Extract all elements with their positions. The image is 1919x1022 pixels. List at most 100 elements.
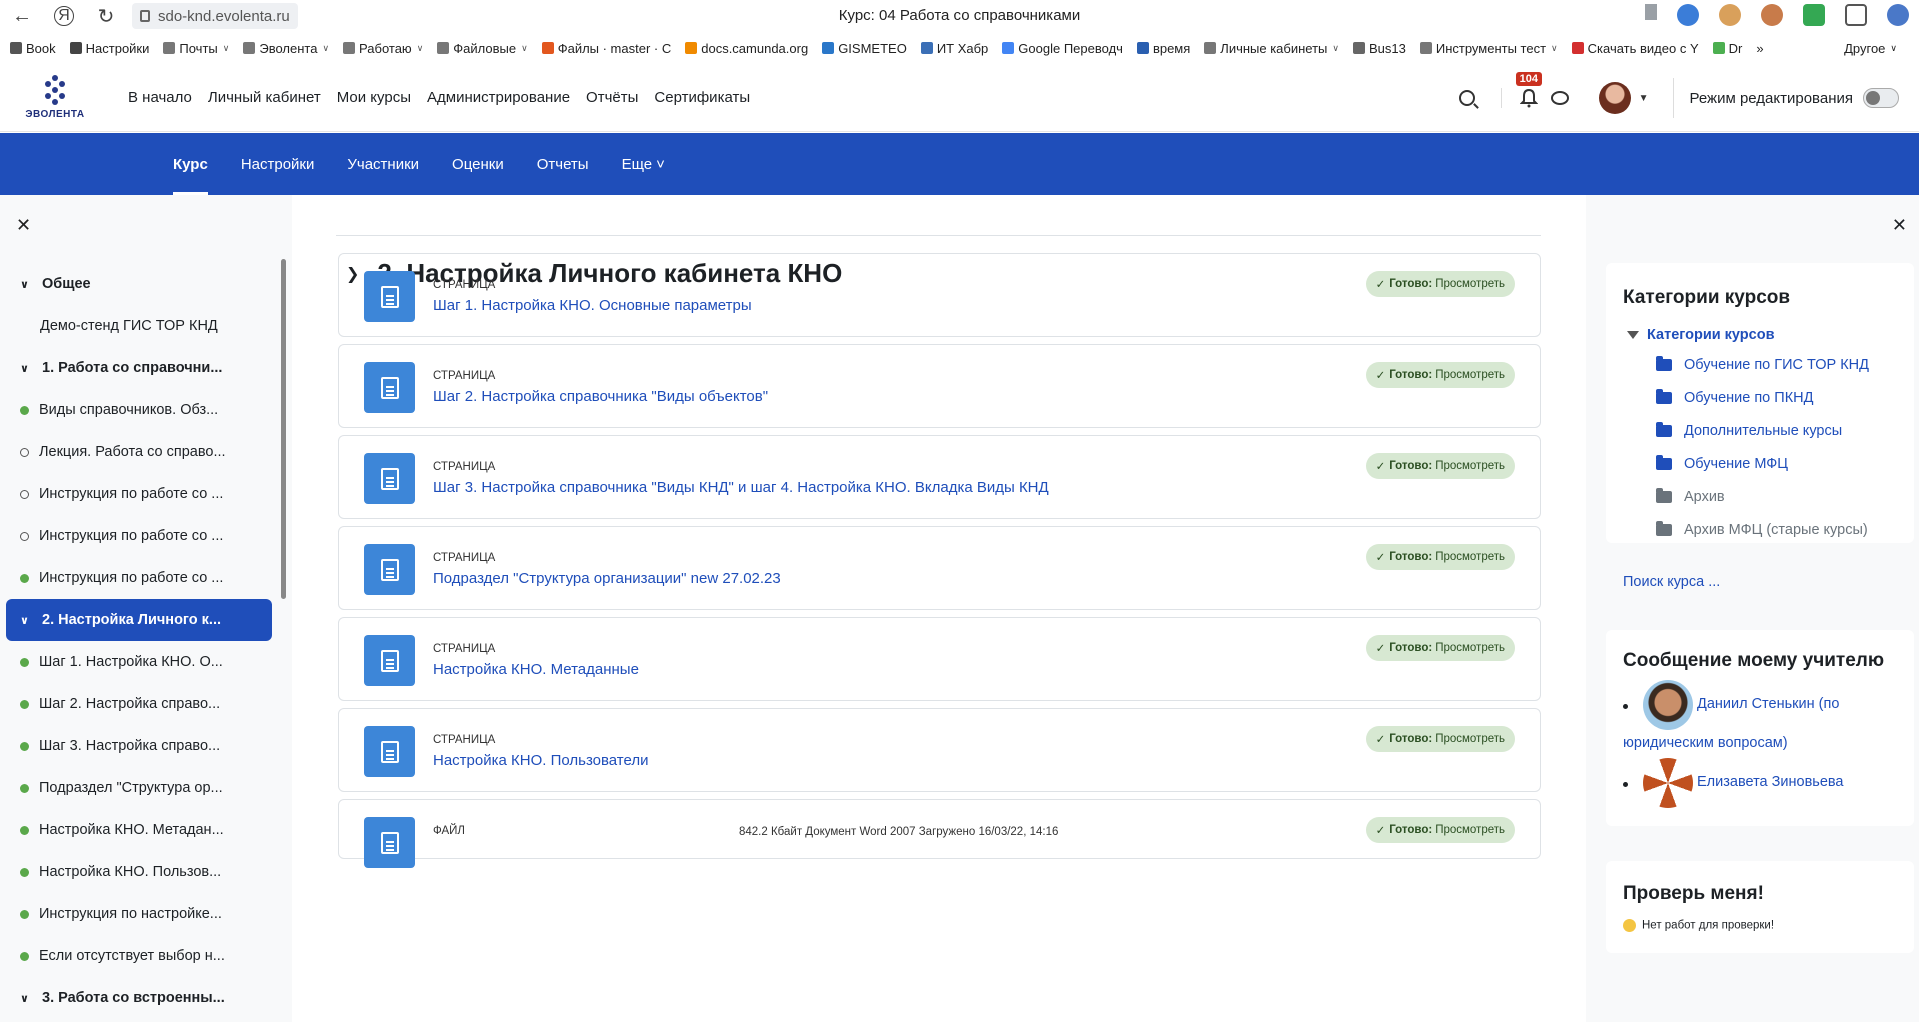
course-tab[interactable]: Участники <box>347 133 419 195</box>
course-index-section[interactable]: ∨ 1. Работа со справочни... <box>6 347 272 389</box>
main-menu-item[interactable]: Мои курсы <box>337 89 411 106</box>
course-index-activity[interactable]: Лекция. Работа со справо... <box>6 431 272 473</box>
messages-icon[interactable] <box>1550 91 1569 105</box>
course-index-activity[interactable]: Инструкция по работе со ... <box>6 473 272 515</box>
extensions-icon[interactable] <box>1845 4 1867 26</box>
bookmark-item[interactable]: Личные кабинеты ∨ <box>1204 41 1339 56</box>
shield-icon[interactable] <box>1803 4 1825 26</box>
bookmark-item[interactable]: Почты ∨ <box>163 41 229 56</box>
chevron-down-icon[interactable]: ∨ <box>20 992 32 1005</box>
course-index-activity[interactable]: Инструкция по работе со ... <box>6 557 272 599</box>
bookmark-item[interactable]: docs.camunda.org <box>685 41 808 56</box>
user-avatar[interactable] <box>1598 82 1631 114</box>
course-index-activity[interactable]: Инструкция по работе со ... <box>6 515 272 557</box>
course-tab[interactable]: Курс <box>173 133 208 195</box>
page-icon[interactable] <box>364 544 415 595</box>
bookmark-item[interactable]: Файловые ∨ <box>437 41 528 56</box>
reload-icon[interactable]: ↻ <box>92 2 120 30</box>
extension-bird-icon[interactable] <box>1677 4 1699 26</box>
category-root[interactable]: Категории курсов <box>1627 327 1775 343</box>
drawer-scrollbar[interactable] <box>281 259 286 599</box>
address-bar[interactable]: sdo-knd.evolenta.ru <box>132 3 298 29</box>
main-menu-item[interactable]: Администрирование <box>427 89 570 106</box>
course-tab[interactable]: Еще ˅ <box>622 133 665 195</box>
category-link[interactable]: Обучение МФЦ <box>1656 455 1788 472</box>
teacher-link[interactable]: Даниил Стенькин (по юридическим вопросам… <box>1623 680 1903 758</box>
page-icon[interactable] <box>364 453 415 504</box>
bookmark-item[interactable]: Эволента ∨ <box>243 41 329 56</box>
bookmark-item[interactable]: Настройки <box>69 41 149 56</box>
course-index-activity[interactable]: Если отсутствует выбор н... <box>6 935 272 977</box>
activity-link[interactable]: Настройка КНО. Пользователи <box>433 752 649 769</box>
activity-link[interactable]: Шаг 1. Настройка КНО. Основные параметры <box>433 297 752 314</box>
bookmark-item[interactable]: Dr <box>1712 41 1742 56</box>
page-icon[interactable] <box>364 817 415 868</box>
course-index-activity[interactable]: Шаг 3. Настройка справо... <box>6 725 272 767</box>
completion-status-button[interactable]: ✓ Готово: Просмотреть <box>1365 544 1515 570</box>
course-index-section[interactable]: ∨ 2. Настройка Личного к... <box>6 599 272 641</box>
bookmark-item[interactable]: GISMETEO <box>822 41 907 56</box>
course-index-activity[interactable]: Подраздел "Структура ор... <box>6 767 272 809</box>
bookmark-icon[interactable] <box>1645 4 1657 20</box>
course-index-activity[interactable]: Шаг 1. Настройка КНО. О... <box>6 641 272 683</box>
chevron-down-icon[interactable]: ∨ <box>20 614 32 627</box>
activity-link[interactable]: Настройка КНО. Метаданные <box>433 661 639 678</box>
completion-status-button[interactable]: ✓ Готово: Просмотреть <box>1365 453 1515 479</box>
completion-status-button[interactable]: ✓ Готово: Просмотреть <box>1365 635 1515 661</box>
close-icon[interactable]: ✕ <box>16 215 31 236</box>
main-menu-item[interactable]: Отчёты <box>586 89 638 106</box>
page-icon[interactable] <box>364 362 415 413</box>
chevron-down-icon[interactable]: ∨ <box>20 278 32 291</box>
activity-link[interactable]: Шаг 2. Настройка справочника "Виды объек… <box>433 388 768 405</box>
caret-down-icon[interactable] <box>1627 331 1639 339</box>
completion-status-button[interactable]: ✓ Готово: Просмотреть <box>1365 726 1515 752</box>
bookmark-item[interactable]: Google Переводч <box>1002 41 1123 56</box>
course-index-section[interactable]: ∨ 3. Работа со встроенны... <box>6 977 272 1019</box>
extension-character-icon[interactable] <box>1719 4 1741 26</box>
activity-link[interactable]: Подраздел "Структура организации" new 27… <box>433 570 781 587</box>
course-tab[interactable]: Оценки <box>452 133 504 195</box>
course-index-activity[interactable]: Настройка КНО. Метадан... <box>6 809 272 851</box>
completion-status-button[interactable]: ✓ Готово: Просмотреть <box>1365 817 1515 843</box>
page-icon[interactable] <box>364 635 415 686</box>
search-course-link[interactable]: Поиск курса ... <box>1623 574 1720 590</box>
category-link[interactable]: Обучение по ПКНД <box>1656 389 1813 406</box>
other-bookmarks-folder[interactable]: Другое ∨ <box>1844 32 1897 64</box>
back-icon[interactable]: ← <box>8 2 36 30</box>
main-menu-item[interactable]: Сертификаты <box>654 89 750 106</box>
chevron-down-icon[interactable]: ∨ <box>20 362 32 375</box>
bookmark-item[interactable]: время <box>1136 41 1190 56</box>
bookmark-item[interactable]: Инструменты тест ∨ <box>1419 41 1558 56</box>
activity-link[interactable]: Шаг 3. Настройка справочника "Виды КНД" … <box>433 479 1049 496</box>
category-link[interactable]: Обучение по ГИС ТОР КНД <box>1656 356 1869 373</box>
course-index-item[interactable]: Демо-стенд ГИС ТОР КНД <box>6 305 272 347</box>
course-index-activity[interactable]: Виды справочников. Обз... <box>6 389 272 431</box>
teacher-link[interactable]: Елизавета Зиновьева <box>1623 758 1903 810</box>
completion-status-button[interactable]: ✓ Готово: Просмотреть <box>1365 271 1515 297</box>
edit-mode-toggle[interactable] <box>1863 88 1899 108</box>
bookmark-item[interactable]: Файлы · master · C <box>541 41 671 56</box>
course-tab[interactable]: Настройки <box>241 133 315 195</box>
close-icon[interactable]: ✕ <box>1892 215 1907 236</box>
course-tab[interactable]: Отчеты <box>537 133 589 195</box>
course-index-activity[interactable]: Настройка КНО. Пользов... <box>6 851 272 893</box>
bookmark-item[interactable]: ИТ Хабр <box>920 41 988 56</box>
more-bookmarks-button[interactable]: » <box>1756 41 1763 56</box>
profile-icon[interactable] <box>1887 4 1909 26</box>
page-icon[interactable] <box>364 271 415 322</box>
main-menu-item[interactable]: В начало <box>128 89 192 106</box>
completion-status-button[interactable]: ✓ Готово: Просмотреть <box>1365 362 1515 388</box>
course-index-activity[interactable]: Инструкция по настройке... <box>6 893 272 935</box>
bookmark-item[interactable]: Bus13 <box>1353 41 1406 56</box>
search-icon[interactable] <box>1458 90 1475 106</box>
course-index-activity[interactable]: Шаг 2. Настройка справо... <box>6 683 272 725</box>
bookmark-item[interactable]: Работаю ∨ <box>343 41 423 56</box>
category-link[interactable]: Дополнительные курсы <box>1656 422 1842 439</box>
main-menu-item[interactable]: Личный кабинет <box>208 89 321 106</box>
chevron-down-icon[interactable]: ▼ <box>1639 93 1649 104</box>
extension-character-icon[interactable] <box>1761 4 1783 26</box>
yandex-icon[interactable]: Я <box>54 6 74 26</box>
page-icon[interactable] <box>364 726 415 777</box>
site-logo[interactable]: ЭВОЛЕНТА <box>10 64 100 132</box>
bookmark-item[interactable]: Book <box>10 41 56 56</box>
